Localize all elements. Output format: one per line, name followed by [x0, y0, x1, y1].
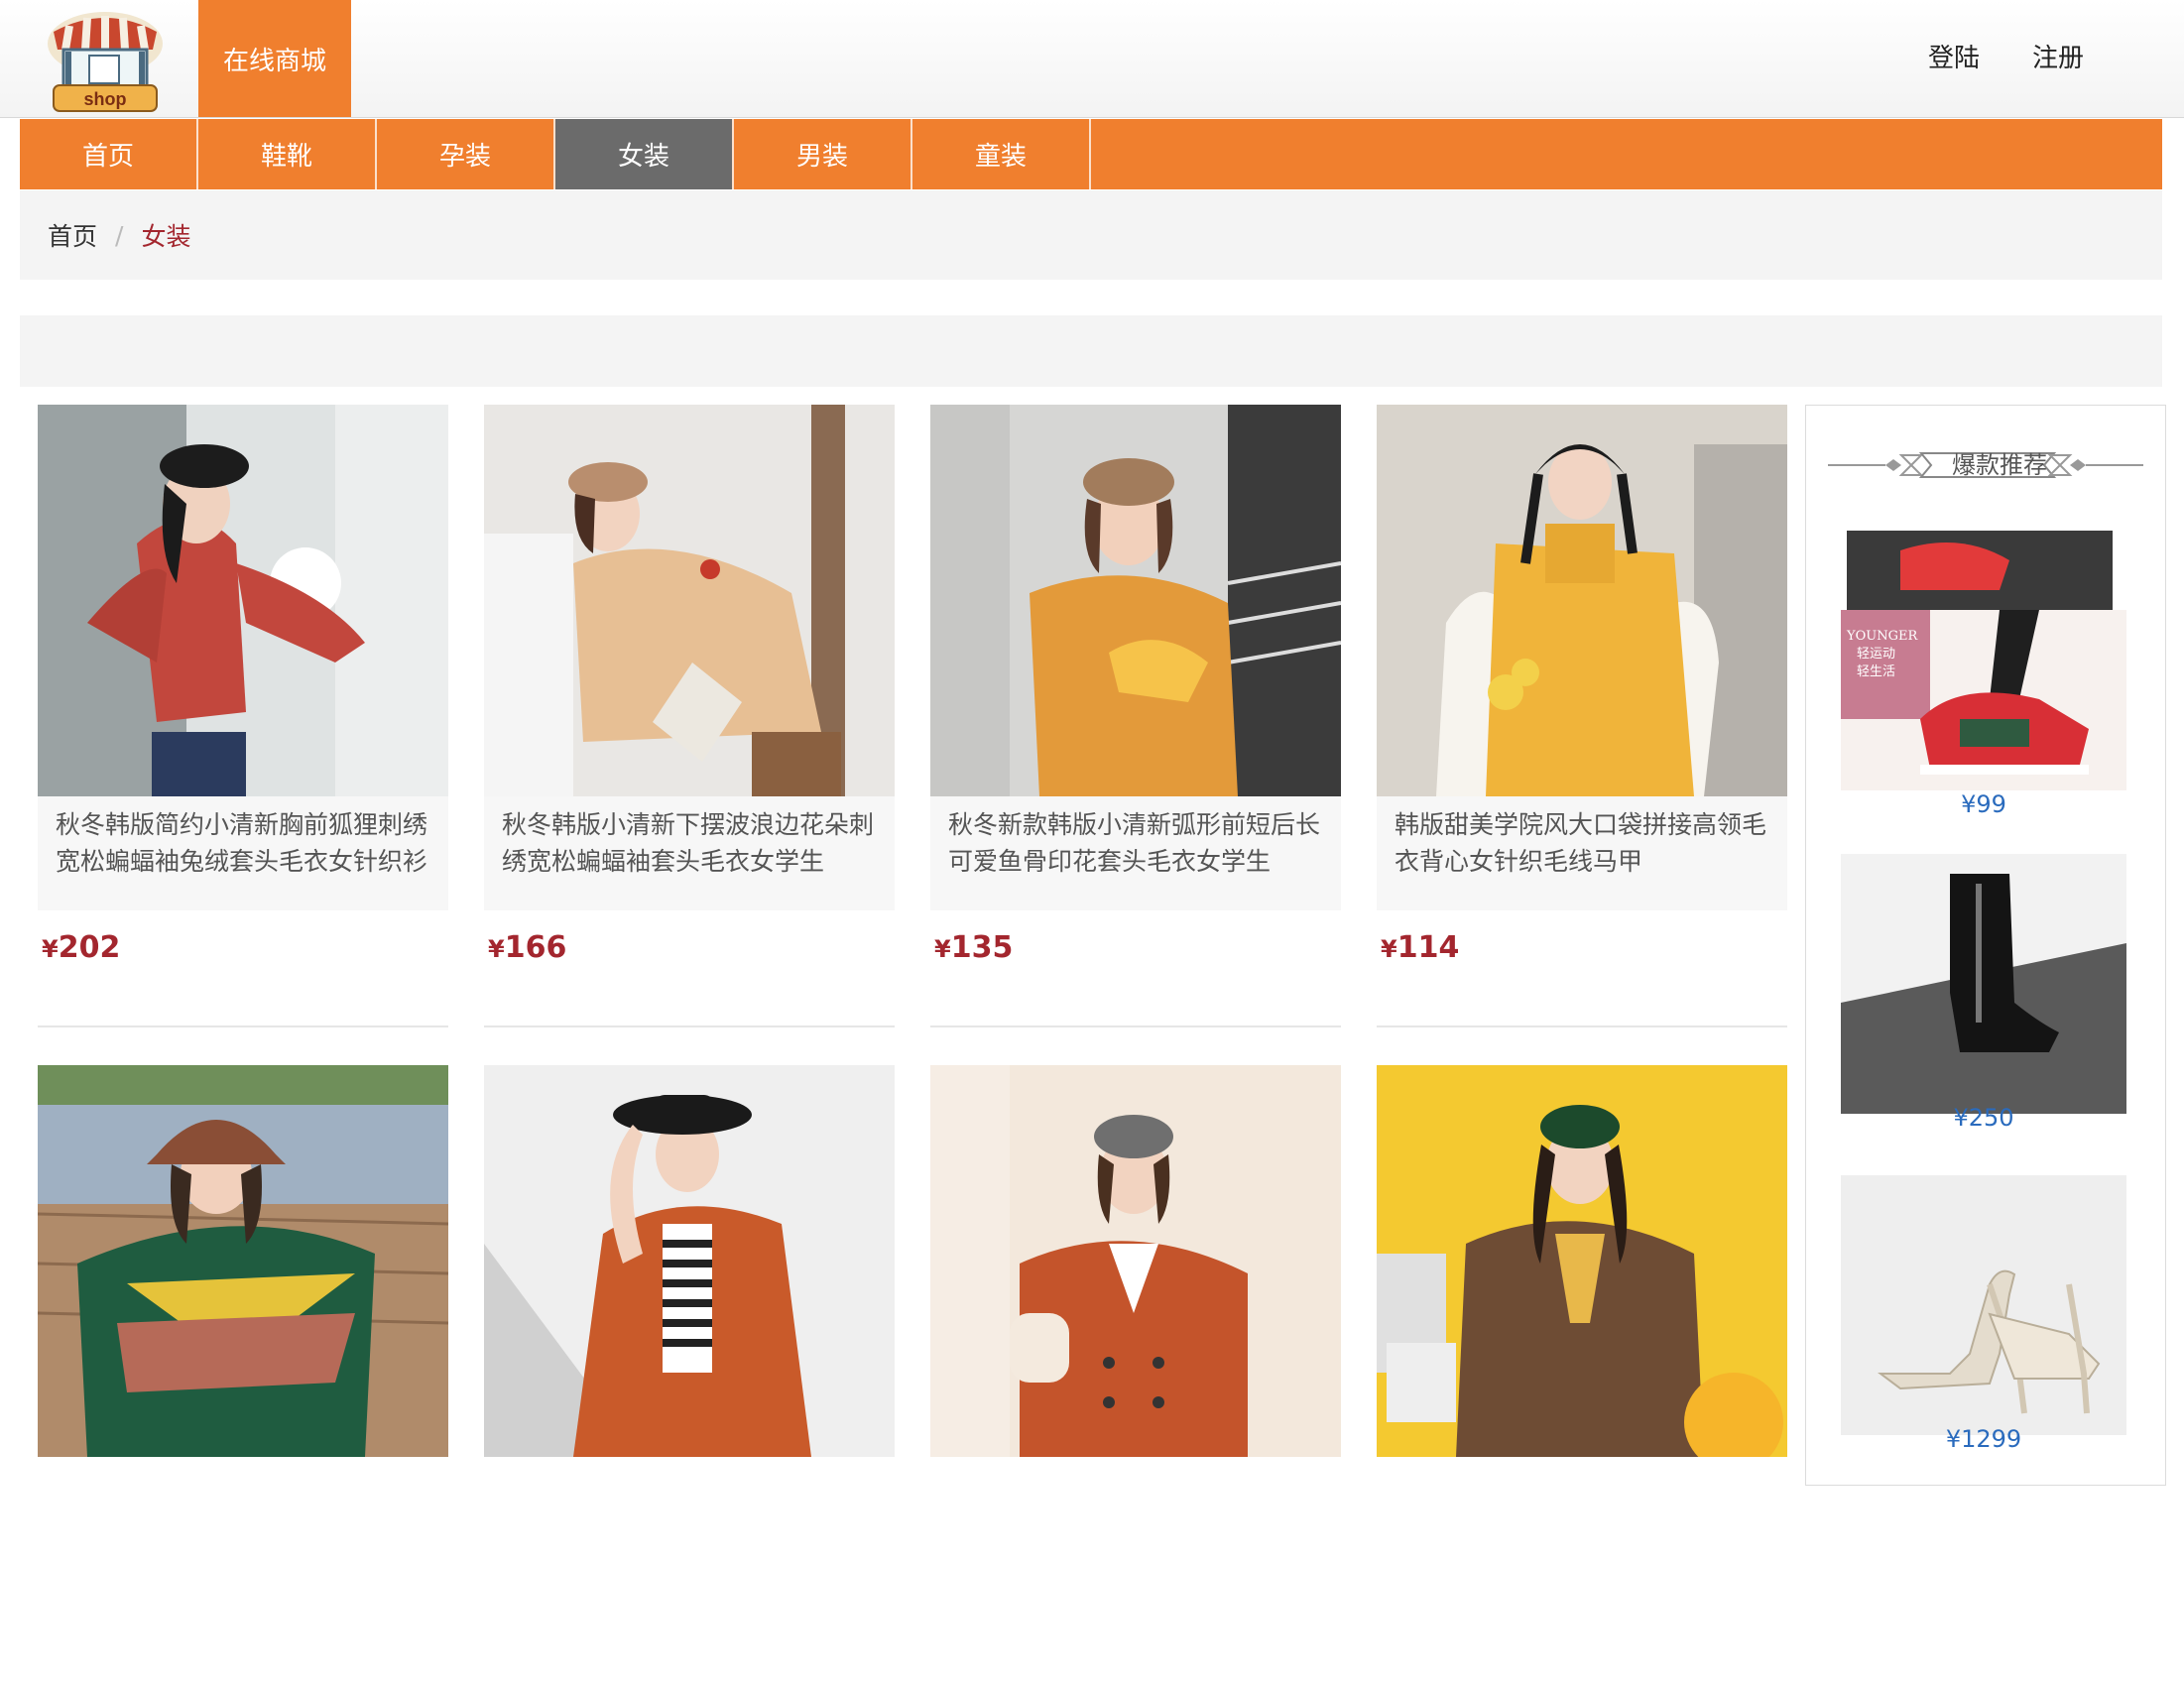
sidebar-header: 爆款推荐 [1806, 445, 2165, 485]
product-image[interactable] [484, 405, 895, 796]
sidebar-item[interactable]: ¥1299 [1841, 1175, 2126, 1463]
svg-text:轻生活: 轻生活 [1857, 664, 1895, 679]
nav-item-shoes[interactable]: 鞋靴 [198, 119, 377, 189]
sidebar-item-price: ¥99 [1961, 790, 2006, 818]
product-title[interactable]: 韩版甜美学院风大口袋拼接高领毛衣背心女针织毛线马甲 [1377, 796, 1787, 910]
divider [484, 1025, 895, 1027]
product-image[interactable] [38, 405, 448, 796]
nav-item-men[interactable]: 男装 [734, 119, 912, 189]
product-card[interactable]: 秋冬新款韩版小清新弧形前短后长可爱鱼骨印花套头毛衣女学生 ¥135 [930, 405, 1341, 1027]
breadcrumb-home[interactable]: 首页 [48, 217, 97, 253]
divider [930, 1025, 1341, 1027]
breadcrumb-current: 女装 [141, 222, 191, 251]
divider [1377, 1025, 1787, 1027]
product-title[interactable]: 秋冬韩版小清新下摆波浪边花朵刺绣宽松蝙蝠袖套头毛衣女学生 [484, 796, 895, 910]
product-card[interactable] [484, 1065, 895, 1688]
product-price: ¥135 [934, 930, 1014, 965]
product-price: ¥202 [42, 930, 121, 965]
sidebar-title: 爆款推荐 [1952, 451, 2047, 479]
nav-item-kids[interactable]: 童装 [912, 119, 1091, 189]
product-title[interactable]: 秋冬韩版简约小清新胸前狐狸刺绣宽松蝙蝠袖兔绒套头毛衣女针织衫 [38, 796, 448, 910]
register-link[interactable]: 注册 [2032, 0, 2084, 111]
sidebar-item[interactable]: ¥250 [1841, 854, 2126, 1142]
product-image[interactable]: YOUNGER 轻运动 轻生活 [1841, 531, 2126, 790]
recommend-sidebar: 爆款推荐 YOUNGER 轻运动 轻生活 ¥99 ¥250 ¥1299 [1805, 405, 2166, 1486]
nav-item-maternity[interactable]: 孕装 [377, 119, 555, 189]
product-card[interactable] [38, 1065, 448, 1688]
product-card[interactable]: 秋冬韩版简约小清新胸前狐狸刺绣宽松蝙蝠袖兔绒套头毛衣女针织衫 ¥202 [38, 405, 448, 1027]
product-grid: 秋冬韩版简约小清新胸前狐狸刺绣宽松蝙蝠袖兔绒套头毛衣女针织衫 ¥202 秋冬韩版… [38, 405, 1789, 1476]
logo-text: shop [84, 89, 127, 109]
sidebar-item[interactable]: YOUNGER 轻运动 轻生活 ¥99 [1841, 531, 2126, 818]
product-image[interactable] [930, 1065, 1341, 1457]
product-image[interactable] [1377, 405, 1787, 796]
breadcrumb-separator: / [115, 220, 124, 250]
top-header: shop 在线商城 登陆 注册 [0, 0, 2184, 118]
sidebar-item-price: ¥1299 [1945, 1425, 2022, 1453]
product-image[interactable] [1377, 1065, 1787, 1457]
product-image[interactable] [1841, 1175, 2126, 1435]
filter-bar [20, 315, 2162, 387]
svg-text:轻运动: 轻运动 [1857, 647, 1895, 662]
nav-item-women[interactable]: 女装 [555, 119, 734, 189]
product-image[interactable] [1841, 854, 2126, 1114]
login-link[interactable]: 登陆 [1928, 0, 1980, 111]
product-image[interactable] [484, 1065, 895, 1457]
svg-text:YOUNGER: YOUNGER [1846, 629, 1918, 644]
category-nav: 首页 鞋靴 孕装 女装 男装 童装 [20, 119, 2162, 189]
nav-item-home[interactable]: 首页 [20, 119, 198, 189]
product-card[interactable] [930, 1065, 1341, 1688]
product-image[interactable] [38, 1065, 448, 1457]
product-card[interactable] [1377, 1065, 1787, 1688]
breadcrumb: 首页 / 女装 [20, 190, 2162, 280]
product-image[interactable] [930, 405, 1341, 796]
divider [38, 1025, 448, 1027]
product-card[interactable]: 韩版甜美学院风大口袋拼接高领毛衣背心女针织毛线马甲 ¥114 [1377, 405, 1787, 1027]
product-price: ¥114 [1381, 930, 1460, 965]
shop-logo[interactable]: shop [46, 10, 165, 113]
product-card[interactable]: 秋冬韩版小清新下摆波浪边花朵刺绣宽松蝙蝠袖套头毛衣女学生 ¥166 [484, 405, 895, 1027]
sidebar-item-price: ¥250 [1953, 1104, 2014, 1132]
brand-tab[interactable]: 在线商城 [198, 0, 351, 117]
product-price: ¥166 [488, 930, 567, 965]
product-title[interactable]: 秋冬新款韩版小清新弧形前短后长可爱鱼骨印花套头毛衣女学生 [930, 796, 1341, 910]
